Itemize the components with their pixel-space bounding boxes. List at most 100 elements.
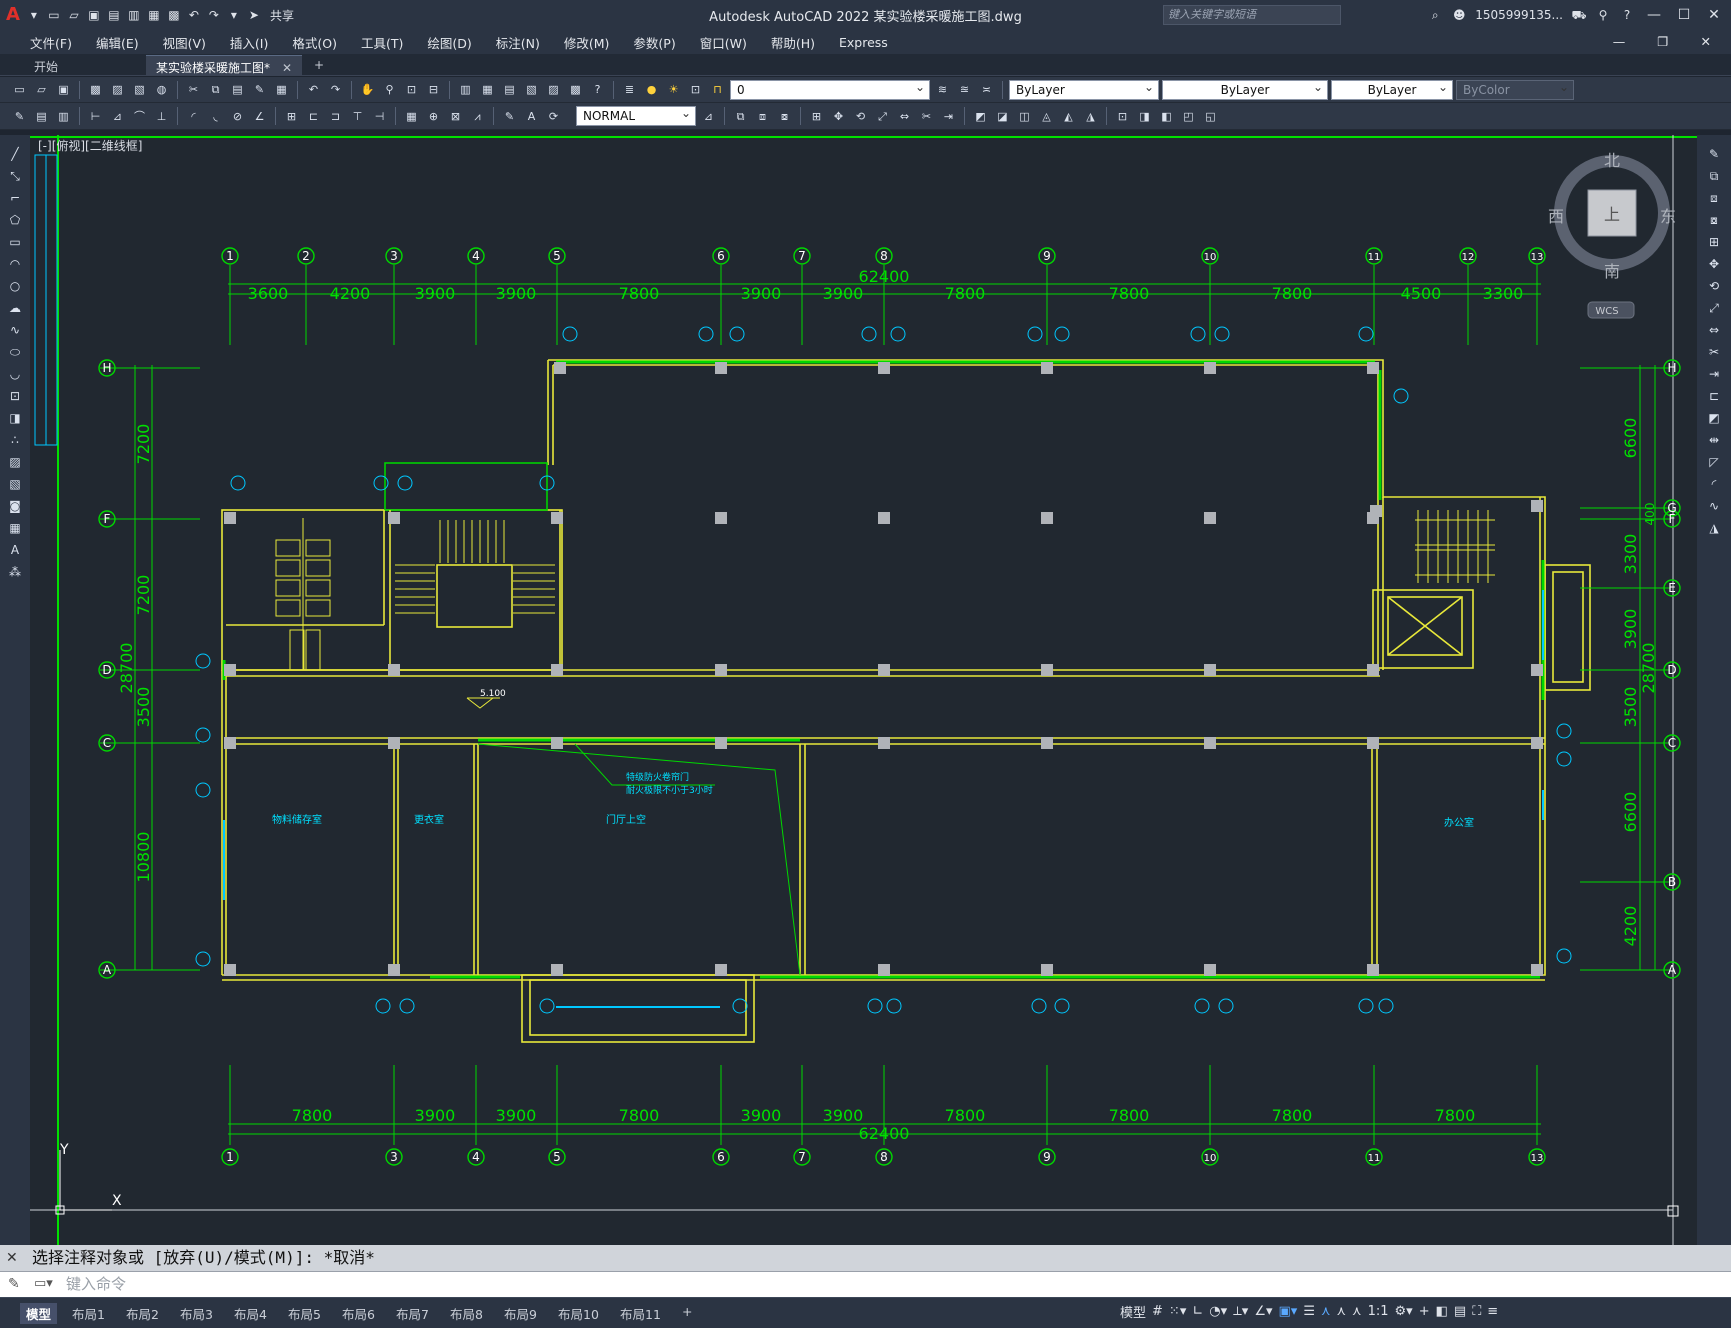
baseline-icon[interactable]: ⊏ xyxy=(304,107,323,126)
publish-icon[interactable]: ▧ xyxy=(130,80,149,99)
isodraft-icon[interactable]: ⟂▾ xyxy=(1233,1304,1248,1319)
break-at-point-icon[interactable]: ⊏ xyxy=(1705,387,1723,405)
rotate-icon[interactable]: ⟲ xyxy=(1705,277,1723,295)
menu-view[interactable]: 视图(V) xyxy=(151,33,218,52)
make-block-icon[interactable]: ◨ xyxy=(1135,107,1154,126)
doc-minimize-button[interactable]: — xyxy=(1601,34,1638,49)
open-web-icon[interactable]: ▥ xyxy=(126,7,142,23)
extend-icon[interactable]: ⇥ xyxy=(1705,365,1723,383)
scale-icon[interactable]: ⤢ xyxy=(1705,299,1723,317)
arc-icon[interactable]: ◠ xyxy=(6,255,24,273)
explode-icon[interactable]: ◮ xyxy=(1081,107,1100,126)
pan-icon[interactable]: ✋ xyxy=(358,80,377,99)
array-icon[interactable]: ⊞ xyxy=(1705,233,1723,251)
isolate-icon[interactable]: ◧ xyxy=(1436,1304,1448,1319)
mirror-icon[interactable]: ⧈ xyxy=(753,107,772,126)
minimize-button[interactable]: — xyxy=(1643,7,1665,23)
stretch-icon[interactable]: ⇔ xyxy=(1705,321,1723,339)
xref-icon[interactable]: ◰ xyxy=(1179,107,1198,126)
ellipse-arc-icon[interactable]: ◡ xyxy=(6,365,24,383)
region-icon[interactable]: ◙ xyxy=(6,497,24,515)
new-tab-button[interactable]: + xyxy=(304,55,334,76)
quickcalc-icon[interactable]: ▩ xyxy=(566,80,585,99)
design-center-icon[interactable]: ▦ xyxy=(478,80,497,99)
search-input[interactable]: 键入关键字或短语 xyxy=(1163,5,1341,25)
construction-line-icon[interactable]: ⤡ xyxy=(6,167,24,185)
tab-layout4[interactable]: 布局4 xyxy=(228,1303,273,1324)
dim-text-edit-icon[interactable]: A xyxy=(522,107,541,126)
maximize-button[interactable]: ☐ xyxy=(1673,7,1695,23)
mtext-icon[interactable]: A xyxy=(6,541,24,559)
match-icon[interactable]: ✎ xyxy=(10,107,29,126)
diameter-icon[interactable]: ⊘ xyxy=(228,107,247,126)
arc-length-icon[interactable]: ⌒ xyxy=(130,107,149,126)
undo-icon[interactable]: ↶ xyxy=(186,7,202,23)
menu-tools[interactable]: 工具(T) xyxy=(349,33,415,52)
redo-icon[interactable]: ↷ xyxy=(206,7,222,23)
circle-icon[interactable]: ○ xyxy=(6,277,24,295)
jogged-linear-icon[interactable]: ⩘ xyxy=(468,107,487,126)
block-editor-icon[interactable]: ▦ xyxy=(272,80,291,99)
add-icon[interactable]: + xyxy=(1419,1304,1430,1319)
block-icon[interactable]: ◨ xyxy=(6,409,24,427)
tab-layout11[interactable]: 布局11 xyxy=(614,1303,667,1324)
snap-icon[interactable]: ⁙▾ xyxy=(1169,1304,1186,1319)
extend-icon[interactable]: ⇥ xyxy=(939,107,958,126)
move-icon[interactable]: ✥ xyxy=(829,107,848,126)
copy-icon[interactable]: ⧉ xyxy=(206,80,225,99)
fillet-icon[interactable]: ◬ xyxy=(1037,107,1056,126)
tool-palettes-icon[interactable]: ▤ xyxy=(500,80,519,99)
osnap-icon[interactable]: ▣▾ xyxy=(1279,1304,1298,1319)
center-mark-icon[interactable]: ⊕ xyxy=(424,107,443,126)
help-icon[interactable]: ? xyxy=(1619,7,1635,23)
redo-icon[interactable]: ↷ xyxy=(326,80,345,99)
image-icon[interactable]: ◱ xyxy=(1201,107,1220,126)
save-icon[interactable]: ▣ xyxy=(86,7,102,23)
save-as-icon[interactable]: ▤ xyxy=(106,7,122,23)
tab-document[interactable]: 某实验楼采暖施工图* ✕ xyxy=(146,55,303,76)
join-icon[interactable]: ⇹ xyxy=(1705,431,1723,449)
lineweight-icon[interactable]: ☰ xyxy=(1303,1304,1315,1319)
menu-express[interactable]: Express xyxy=(827,35,900,50)
dim-update-icon[interactable]: ⟳ xyxy=(544,107,563,126)
search-icon[interactable]: ⌕ xyxy=(1427,7,1443,23)
layer-dropdown[interactable]: 0 xyxy=(730,79,930,100)
viewport-controls[interactable]: [-][俯视][二维线框] xyxy=(38,137,142,154)
doc-restore-button[interactable]: ❐ xyxy=(1645,34,1680,49)
erase-icon[interactable]: ✎ xyxy=(1705,145,1723,163)
tab-model[interactable]: 模型 xyxy=(20,1303,58,1324)
viewcube-north[interactable]: 北 xyxy=(1604,151,1620,170)
share-icon[interactable]: ➤ xyxy=(246,7,262,23)
rotate-icon[interactable]: ⟲ xyxy=(851,107,870,126)
hatch-icon[interactable]: ▨ xyxy=(6,453,24,471)
save-icon[interactable]: ▣ xyxy=(54,80,73,99)
doc-close-button[interactable]: ✕ xyxy=(1689,34,1723,49)
customize-status-icon[interactable]: ≡ xyxy=(1487,1304,1498,1319)
save-web-icon[interactable]: ▦ xyxy=(146,7,162,23)
gradient-icon[interactable]: ▧ xyxy=(6,475,24,493)
insert-icon[interactable]: ⊡ xyxy=(6,387,24,405)
exchange-icon[interactable]: ⚲ xyxy=(1595,7,1611,23)
polar-icon[interactable]: ◔▾ xyxy=(1209,1304,1227,1319)
angular-icon[interactable]: ∠ xyxy=(250,107,269,126)
properties-icon[interactable]: ▥ xyxy=(456,80,475,99)
tab-layout6[interactable]: 布局6 xyxy=(336,1303,381,1324)
blend-icon[interactable]: ∿ xyxy=(1705,497,1723,515)
viewcube-south[interactable]: 南 xyxy=(1604,262,1620,281)
cart-icon[interactable]: ⛟ xyxy=(1571,7,1587,23)
dim-style-manager-icon[interactable]: ⊿ xyxy=(699,107,718,126)
rectangle-icon[interactable]: ▭ xyxy=(6,233,24,251)
ordinate-icon[interactable]: ⊥ xyxy=(152,107,171,126)
tab-layout7[interactable]: 布局7 xyxy=(390,1303,435,1324)
layer-match-icon[interactable]: ▤ xyxy=(32,107,51,126)
radius-icon[interactable]: ◜ xyxy=(184,107,203,126)
tab-layout1[interactable]: 布局1 xyxy=(66,1303,111,1324)
layer-lock-icon[interactable]: ⊓ xyxy=(708,80,727,99)
polygon-icon[interactable]: ⬠ xyxy=(6,211,24,229)
menu-edit[interactable]: 编辑(E) xyxy=(84,33,151,52)
blend-icon[interactable]: ◭ xyxy=(1059,107,1078,126)
zoom-window-icon[interactable]: ⊡ xyxy=(402,80,421,99)
plotstyle-dropdown[interactable]: ByColor xyxy=(1456,79,1574,100)
layer-freeze-icon[interactable]: ☀ xyxy=(664,80,683,99)
grid-icon[interactable]: # xyxy=(1152,1304,1163,1319)
